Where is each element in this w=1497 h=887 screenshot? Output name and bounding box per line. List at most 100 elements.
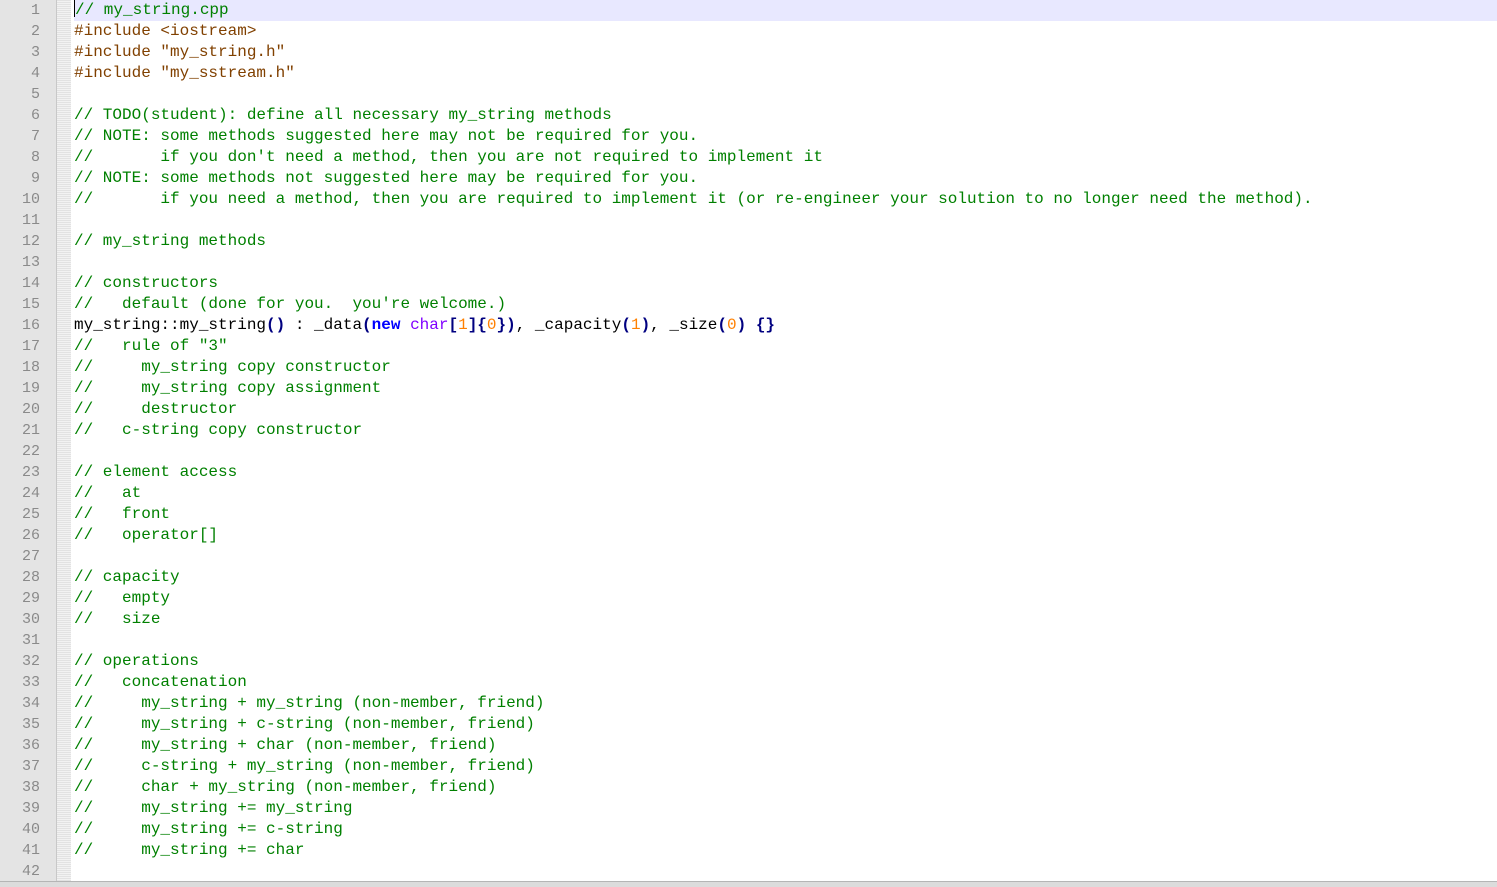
- code-token-type: char: [410, 316, 449, 334]
- code-text[interactable]: [74, 630, 1497, 651]
- code-line[interactable]: 9 // NOTE: some methods not suggested her…: [0, 168, 1497, 189]
- code-line[interactable]: 30 // size: [0, 609, 1497, 630]
- code-text[interactable]: #include "my_string.h": [74, 42, 1497, 63]
- code-line[interactable]: 25 // front: [0, 504, 1497, 525]
- code-text[interactable]: // my_string += char: [74, 840, 1497, 861]
- code-text[interactable]: // my_string + my_string (non-member, fr…: [74, 693, 1497, 714]
- code-line[interactable]: 15 // default (done for you. you're welco…: [0, 294, 1497, 315]
- code-line[interactable]: 23 // element access: [0, 462, 1497, 483]
- code-token-comment: // my_string copy constructor: [74, 358, 391, 376]
- code-line[interactable]: 1 // my_string.cpp: [0, 0, 1497, 21]
- code-line[interactable]: 27: [0, 546, 1497, 567]
- code-text[interactable]: // capacity: [74, 567, 1497, 588]
- code-text[interactable]: // NOTE: some methods suggested here may…: [74, 126, 1497, 147]
- code-text[interactable]: [74, 84, 1497, 105]
- code-line[interactable]: 14 // constructors: [0, 273, 1497, 294]
- code-text[interactable]: // c-string copy constructor: [74, 420, 1497, 441]
- code-line[interactable]: 29 // empty: [0, 588, 1497, 609]
- code-text[interactable]: // c-string + my_string (non-member, fri…: [74, 756, 1497, 777]
- code-text[interactable]: // front: [74, 504, 1497, 525]
- code-text[interactable]: // concatenation: [74, 672, 1497, 693]
- code-text[interactable]: [74, 210, 1497, 231]
- code-text[interactable]: // element access: [74, 462, 1497, 483]
- code-text[interactable]: // operator[]: [74, 525, 1497, 546]
- code-line[interactable]: 42: [0, 861, 1497, 882]
- code-line[interactable]: 16 my_string::my_string() : _data(new cha…: [0, 315, 1497, 336]
- code-line[interactable]: 5: [0, 84, 1497, 105]
- code-line[interactable]: 3 #include "my_string.h": [0, 42, 1497, 63]
- code-text[interactable]: // my_string + c-string (non-member, fri…: [74, 714, 1497, 735]
- code-token-comment: // my_string += char: [74, 841, 305, 859]
- code-text[interactable]: // size: [74, 609, 1497, 630]
- code-line[interactable]: 36 // my_string + char (non-member, frien…: [0, 735, 1497, 756]
- code-line[interactable]: 24 // at: [0, 483, 1497, 504]
- code-token-comment: // char + my_string (non-member, friend): [74, 778, 497, 796]
- code-line[interactable]: 11: [0, 210, 1497, 231]
- code-text[interactable]: // operations: [74, 651, 1497, 672]
- code-text[interactable]: // empty: [74, 588, 1497, 609]
- code-token-comment: // if you need a method, then you are re…: [74, 190, 1313, 208]
- code-line[interactable]: 20 // destructor: [0, 399, 1497, 420]
- code-token-comment: // destructor: [74, 400, 238, 418]
- code-line[interactable]: 10 // if you need a method, then you are …: [0, 189, 1497, 210]
- code-line[interactable]: 34 // my_string + my_string (non-member, …: [0, 693, 1497, 714]
- code-text[interactable]: // my_string + char (non-member, friend): [74, 735, 1497, 756]
- code-text[interactable]: my_string::my_string() : _data(new char[…: [74, 315, 1497, 336]
- code-line[interactable]: 26 // operator[]: [0, 525, 1497, 546]
- code-line[interactable]: 37 // c-string + my_string (non-member, f…: [0, 756, 1497, 777]
- code-line[interactable]: 39 // my_string += my_string: [0, 798, 1497, 819]
- code-text[interactable]: // my_string += c-string: [74, 819, 1497, 840]
- code-line[interactable]: 13: [0, 252, 1497, 273]
- code-token-op: (: [362, 316, 372, 334]
- code-text[interactable]: [74, 546, 1497, 567]
- code-text[interactable]: // destructor: [74, 399, 1497, 420]
- line-number: 33: [21, 674, 40, 691]
- horizontal-scrollbar[interactable]: [0, 881, 1497, 887]
- code-text[interactable]: // default (done for you. you're welcome…: [74, 294, 1497, 315]
- code-token-op: {}: [755, 316, 776, 334]
- code-text[interactable]: [74, 861, 1497, 882]
- code-text[interactable]: // my_string += my_string: [74, 798, 1497, 819]
- code-token-comment: // empty: [74, 589, 171, 607]
- code-line[interactable]: 32 // operations: [0, 651, 1497, 672]
- code-line[interactable]: 17 // rule of "3": [0, 336, 1497, 357]
- code-text[interactable]: // NOTE: some methods not suggested here…: [74, 168, 1497, 189]
- code-editor[interactable]: 1 // my_string.cpp 2 #include <iostream> 3 #i…: [0, 0, 1497, 887]
- code-line[interactable]: 31: [0, 630, 1497, 651]
- code-text[interactable]: // constructors: [74, 273, 1497, 294]
- code-line[interactable]: 6 // TODO(student): define all necessary …: [0, 105, 1497, 126]
- code-text[interactable]: #include "my_sstream.h": [74, 63, 1497, 84]
- code-line[interactable]: 2 #include <iostream>: [0, 21, 1497, 42]
- code-line[interactable]: 38 // char + my_string (non-member, frien…: [0, 777, 1497, 798]
- code-line[interactable]: 22: [0, 441, 1497, 462]
- code-line[interactable]: 21 // c-string copy constructor: [0, 420, 1497, 441]
- code-line[interactable]: 18 // my_string copy constructor: [0, 357, 1497, 378]
- code-text[interactable]: // if you need a method, then you are re…: [74, 189, 1497, 210]
- code-line[interactable]: 40 // my_string += c-string: [0, 819, 1497, 840]
- code-line[interactable]: 28 // capacity: [0, 567, 1497, 588]
- code-line[interactable]: 41 // my_string += char: [0, 840, 1497, 861]
- code-text[interactable]: // my_string.cpp: [74, 0, 1497, 21]
- code-token-comment: // my_string += c-string: [74, 820, 343, 838]
- code-text[interactable]: [74, 252, 1497, 273]
- code-lines[interactable]: 1 // my_string.cpp 2 #include <iostream> 3 #i…: [0, 0, 1497, 882]
- code-text[interactable]: [74, 441, 1497, 462]
- code-line[interactable]: 12 // my_string methods: [0, 231, 1497, 252]
- code-text[interactable]: // TODO(student): define all necessary m…: [74, 105, 1497, 126]
- code-line[interactable]: 7 // NOTE: some methods suggested here ma…: [0, 126, 1497, 147]
- code-line[interactable]: 19 // my_string copy assignment: [0, 378, 1497, 399]
- code-line[interactable]: 35 // my_string + c-string (non-member, f…: [0, 714, 1497, 735]
- line-number: 10: [21, 191, 40, 208]
- code-text[interactable]: // char + my_string (non-member, friend): [74, 777, 1497, 798]
- code-text[interactable]: // if you don't need a method, then you …: [74, 147, 1497, 168]
- code-line[interactable]: 4 #include "my_sstream.h": [0, 63, 1497, 84]
- code-text[interactable]: // my_string copy constructor: [74, 357, 1497, 378]
- code-text[interactable]: // my_string methods: [74, 231, 1497, 252]
- code-line[interactable]: 8 // if you don't need a method, then you…: [0, 147, 1497, 168]
- line-number: 27: [21, 548, 40, 565]
- code-line[interactable]: 33 // concatenation: [0, 672, 1497, 693]
- code-text[interactable]: // rule of "3": [74, 336, 1497, 357]
- code-text[interactable]: // my_string copy assignment: [74, 378, 1497, 399]
- code-text[interactable]: // at: [74, 483, 1497, 504]
- code-text[interactable]: #include <iostream>: [74, 21, 1497, 42]
